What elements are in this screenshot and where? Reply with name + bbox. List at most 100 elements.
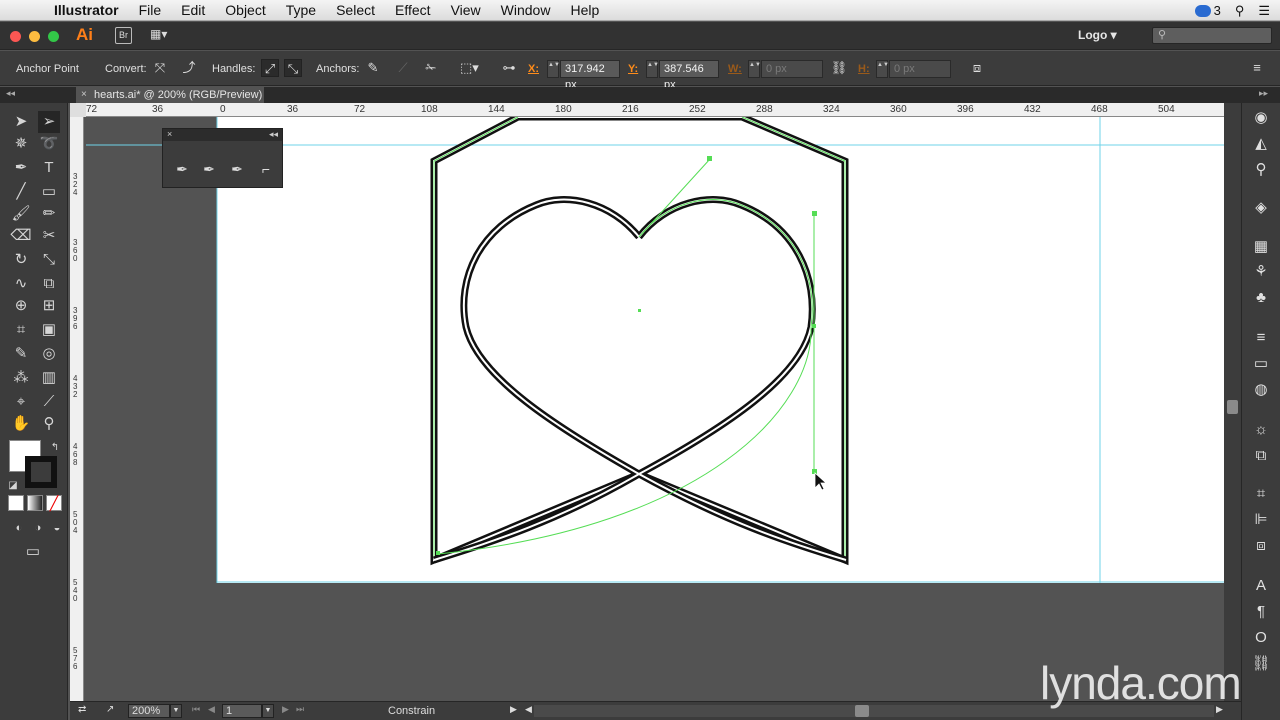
panel-menu-icon[interactable]: ≡: [1248, 59, 1266, 77]
scroll-left-icon[interactable]: ◀: [525, 704, 532, 715]
stroke-swatch[interactable]: [25, 456, 57, 488]
color-guide-icon[interactable]: ◭: [1250, 133, 1272, 155]
arrange-documents-icon[interactable]: ▦▾: [150, 27, 178, 44]
zoom-tool-icon[interactable]: ⚲: [38, 413, 60, 435]
pathfinder-panel-icon[interactable]: ⧈: [1250, 535, 1272, 557]
perspective-grid-tool-icon[interactable]: ⊞: [38, 295, 60, 317]
close-tab-icon[interactable]: ×: [81, 87, 87, 103]
pen-tool-icon[interactable]: ✒: [10, 157, 32, 179]
add-anchor-tool-icon[interactable]: ✒: [198, 159, 220, 179]
pen-tools-tearoff-panel[interactable]: × ◂◂ ✒ ✒ ✒ ⌐: [162, 128, 283, 188]
anchor-point-left[interactable]: [436, 551, 440, 555]
menu-type[interactable]: Type: [276, 0, 326, 21]
artboard-nav-icon[interactable]: ⇄: [78, 704, 86, 715]
menu-app-name[interactable]: Illustrator: [44, 0, 129, 21]
symbols-icon[interactable]: ♣: [1250, 287, 1272, 309]
warp-tool-icon[interactable]: ∿: [10, 273, 32, 295]
default-fill-stroke-icon[interactable]: ◪: [2, 475, 24, 497]
gradient-tool-icon[interactable]: ▣: [38, 319, 60, 341]
direct-selection-tool-icon[interactable]: ➢: [38, 111, 60, 133]
close-window-button[interactable]: [10, 31, 21, 42]
canvas-pasteboard[interactable]: [86, 117, 1224, 701]
handle-point-top[interactable]: [707, 156, 712, 161]
constrain-link-icon[interactable]: ⛓: [830, 59, 848, 77]
collapse-panel-icon[interactable]: ◂◂: [269, 129, 278, 140]
anchor-point-tool-icon[interactable]: ⌐: [255, 159, 277, 179]
swap-fill-stroke-icon[interactable]: ↰: [44, 437, 66, 459]
remove-anchor-icon[interactable]: ✎: [364, 59, 382, 77]
horizontal-scroll-thumb[interactable]: [855, 705, 869, 717]
line-tool-icon[interactable]: ╱: [10, 181, 32, 203]
rectangle-tool-icon[interactable]: ▭: [38, 181, 60, 203]
y-stepper[interactable]: ▲▼: [646, 60, 659, 78]
align-panel-icon[interactable]: ⊫: [1250, 509, 1272, 531]
handle-point-lower[interactable]: [812, 469, 817, 474]
x-stepper[interactable]: ▲▼: [547, 60, 560, 78]
swatches-icon[interactable]: ▦: [1250, 236, 1272, 258]
opentype-panel-icon[interactable]: O: [1250, 627, 1272, 649]
stroke-panel-icon[interactable]: ≡: [1250, 327, 1272, 349]
close-panel-icon[interactable]: ×: [167, 129, 172, 139]
workspace-switcher[interactable]: Logo ▾: [1078, 28, 1117, 42]
appearance-panel-icon[interactable]: ☼: [1250, 419, 1272, 441]
export-icon[interactable]: ↗: [106, 704, 114, 715]
vertical-scrollbar[interactable]: [1224, 103, 1241, 701]
shape-builder-tool-icon[interactable]: ⊕: [10, 295, 32, 317]
hide-handles-icon[interactable]: ⤡: [284, 59, 302, 77]
document-tab[interactable]: × hearts.ai* @ 200% (RGB/Preview): [76, 87, 264, 103]
column-graph-tool-icon[interactable]: ▥: [38, 367, 60, 389]
none-mode-icon[interactable]: ╱: [46, 495, 62, 511]
menu-select[interactable]: Select: [326, 0, 385, 21]
bridge-button[interactable]: Br: [115, 27, 132, 44]
character-panel-icon[interactable]: A: [1250, 575, 1272, 597]
draw-inside-icon[interactable]: ◒: [46, 517, 68, 539]
pencil-tool-icon[interactable]: ✏: [38, 203, 60, 225]
slice-tool-icon[interactable]: ⟋: [38, 391, 60, 413]
zoom-dropdown-icon[interactable]: ▼: [170, 704, 182, 718]
show-handles-icon[interactable]: ⤢: [261, 59, 279, 77]
menu-effect[interactable]: Effect: [385, 0, 441, 21]
banner-shape-outline[interactable]: [430, 117, 849, 566]
magic-wand-tool-icon[interactable]: ✵: [10, 133, 32, 155]
paragraph-panel-icon[interactable]: ¶: [1250, 601, 1272, 623]
horizontal-ruler[interactable]: 72 36 0 36 72 108 144 180 216 252 288 32…: [86, 103, 1224, 117]
hand-tool-icon[interactable]: ✋: [10, 413, 32, 435]
gradient-mode-icon[interactable]: [27, 495, 43, 511]
artboard-dropdown-icon[interactable]: ▼: [262, 704, 274, 718]
scale-tool-icon[interactable]: ⤡: [38, 249, 60, 271]
color-panel-icon[interactable]: ◉: [1250, 107, 1272, 129]
rotate-tool-icon[interactable]: ↻: [10, 249, 32, 271]
cut-path-icon[interactable]: ✁: [422, 59, 440, 77]
brushes-icon[interactable]: ⚘: [1250, 261, 1272, 283]
align-icon[interactable]: ⊶: [500, 59, 518, 77]
heart-shape-outline[interactable]: [432, 196, 848, 564]
creative-cloud-icon[interactable]: 3: [1194, 3, 1221, 18]
menu-file[interactable]: File: [129, 0, 172, 21]
ruler-origin[interactable]: [70, 103, 86, 117]
scissors-tool-icon[interactable]: ✂: [38, 225, 60, 247]
menu-edit[interactable]: Edit: [171, 0, 215, 21]
gradient-panel-icon[interactable]: ▭: [1250, 353, 1272, 375]
handle-point-upper[interactable]: [812, 211, 817, 216]
type-tool-icon[interactable]: T: [38, 157, 60, 179]
zoom-window-button[interactable]: [48, 31, 59, 42]
panel-header[interactable]: × ◂◂: [163, 129, 282, 141]
anchor-point-right[interactable]: [812, 324, 816, 328]
collapse-toolbar-icon[interactable]: ◂◂: [6, 88, 15, 99]
collapse-dock-icon[interactable]: ▸▸: [1259, 88, 1268, 99]
eraser-tool-icon[interactable]: ⌫: [10, 225, 32, 247]
color-mode-icon[interactable]: [8, 495, 24, 511]
vertical-scroll-thumb[interactable]: [1227, 400, 1238, 414]
transparency-panel-icon[interactable]: ◍: [1250, 379, 1272, 401]
links-panel-icon[interactable]: ⛓: [1250, 653, 1272, 675]
delete-anchor-tool-icon[interactable]: ✒: [226, 159, 248, 179]
convert-to-corner-icon[interactable]: ⤧: [151, 59, 169, 77]
paintbrush-tool-icon[interactable]: 🖌: [10, 203, 32, 225]
spotlight-search-icon[interactable]: ⚲: [1235, 3, 1245, 19]
graphic-styles-icon[interactable]: ⧉: [1250, 445, 1272, 467]
symbol-sprayer-tool-icon[interactable]: ⁂: [10, 367, 32, 389]
artwork-canvas[interactable]: [86, 117, 1224, 701]
lasso-tool-icon[interactable]: ➰: [38, 133, 60, 155]
transform-panel-icon[interactable]: ⌗: [1250, 483, 1272, 505]
y-position-field[interactable]: 387.546 px: [659, 60, 719, 91]
